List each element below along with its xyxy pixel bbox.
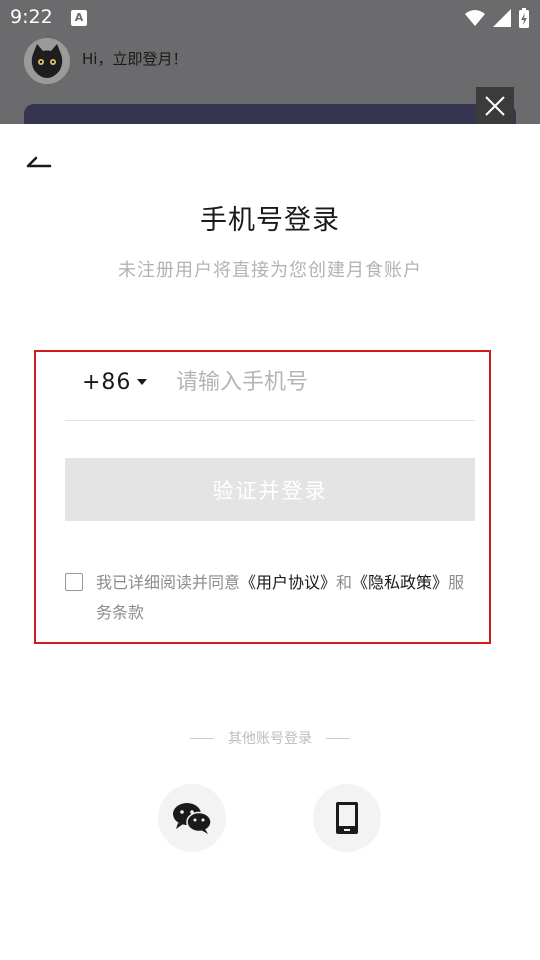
close-button[interactable] — [476, 87, 514, 125]
background-app: 9:22 A Hi，立即登月！ — [0, 0, 540, 124]
back-arrow-icon — [26, 156, 52, 168]
login-sheet: 手机号登录 未注册用户将直接为您创建月食账户 +86 验证并登录 我已详细阅读并… — [0, 124, 540, 960]
battery-charging-icon — [519, 8, 529, 28]
chevron-down-icon[interactable] — [137, 379, 147, 385]
agreement-prefix: 我已详细阅读并同意 — [96, 573, 241, 592]
divider-line-left — [190, 737, 214, 739]
phone-input[interactable] — [176, 362, 476, 402]
other-login-label: 其他账号登录 — [228, 731, 312, 747]
wechat-login-button[interactable] — [158, 784, 226, 852]
country-code-selector[interactable]: +86 — [82, 370, 131, 395]
status-bar: 9:22 A — [0, 0, 540, 36]
divider-line-right — [326, 737, 350, 739]
input-underline — [65, 420, 475, 421]
signal-icon — [493, 9, 511, 27]
privacy-policy-link[interactable]: 《隐私政策》 — [352, 573, 448, 592]
page-subtitle: 未注册用户将直接为您创建月食账户 — [118, 260, 422, 281]
status-time: 9:22 — [10, 6, 53, 28]
cat-avatar-icon — [24, 38, 70, 84]
agreement-text: 我已详细阅读并同意《用户协议》和《隐私政策》服务条款 — [96, 568, 476, 628]
greeting-text: Hi，立即登月！ — [82, 50, 188, 68]
a-box-icon: A — [71, 10, 87, 26]
verify-login-button[interactable]: 验证并登录 — [65, 458, 475, 521]
agreement-checkbox[interactable] — [65, 573, 83, 591]
close-icon — [485, 96, 505, 116]
other-login-divider: 其他账号登录 — [0, 728, 540, 748]
mobile-phone-icon — [336, 802, 358, 834]
agreement-and: 和 — [336, 573, 353, 592]
user-agreement-link[interactable]: 《用户协议》 — [240, 573, 336, 592]
background-card — [24, 104, 516, 124]
wifi-icon — [465, 10, 485, 26]
page-title: 手机号登录 — [200, 205, 340, 236]
status-icons — [464, 7, 530, 29]
back-button[interactable] — [26, 150, 56, 172]
wechat-icon — [173, 803, 212, 834]
phone-login-button[interactable] — [313, 784, 381, 852]
